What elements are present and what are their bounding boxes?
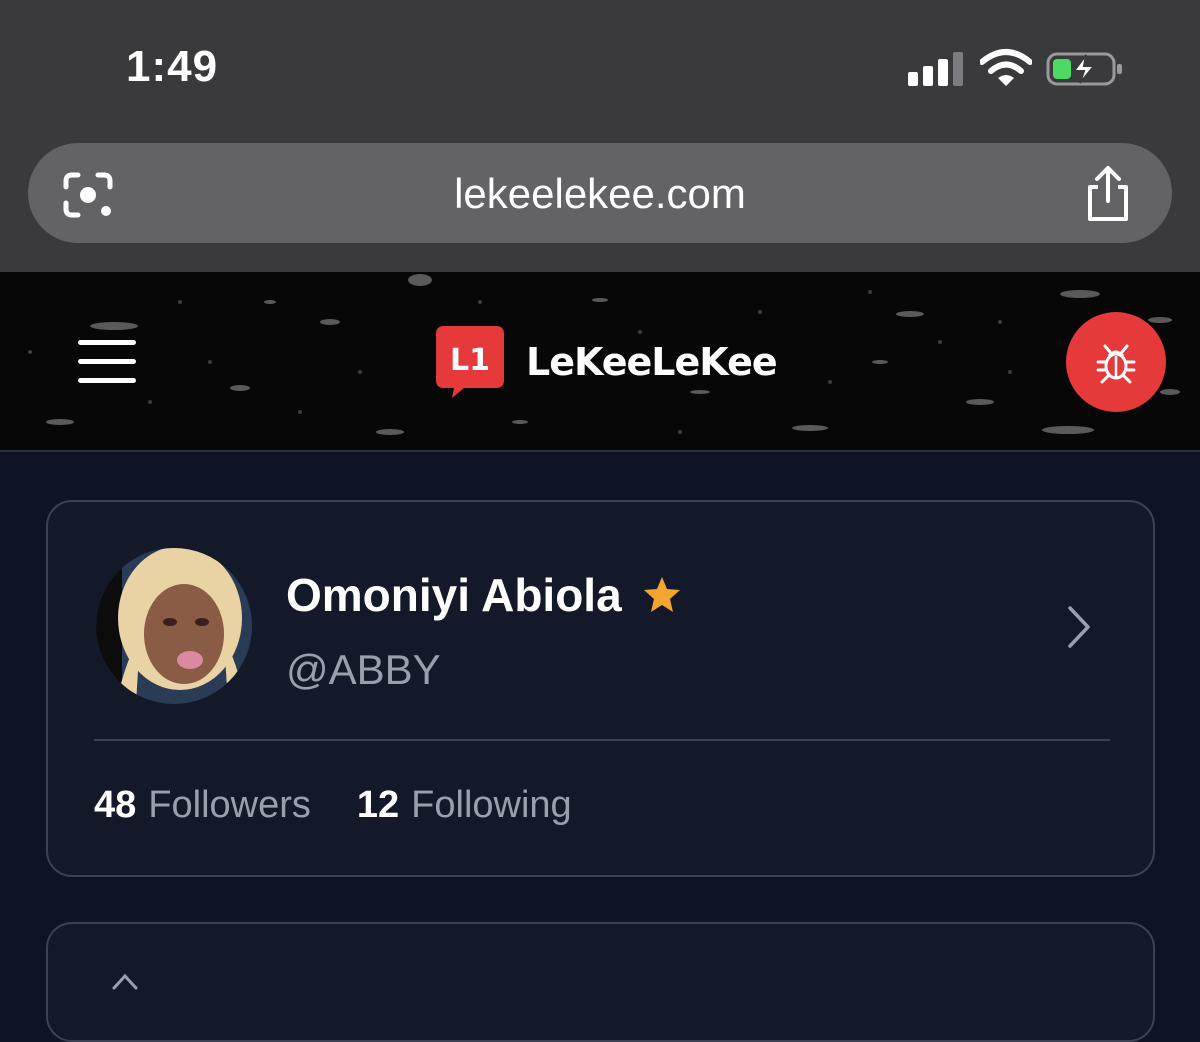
follow-stats: 48 Followers 12 Following <box>94 784 572 827</box>
divider <box>94 739 1110 741</box>
site-header: L1 LeKeeLeKee <box>0 272 1200 452</box>
profile-handle: @ABBY <box>286 646 441 693</box>
followers-count: 48 <box>94 784 137 826</box>
profile-name: Omoniyi Abiola <box>286 569 622 621</box>
battery-charging-icon <box>1046 52 1122 86</box>
following-stat[interactable]: 12 Following <box>357 784 572 827</box>
share-icon[interactable] <box>1082 165 1134 223</box>
site-logo[interactable]: L1 LeKeeLeKee <box>436 324 778 400</box>
logo-badge-icon: L1 <box>436 326 504 398</box>
wifi-icon <box>980 49 1032 86</box>
star-icon <box>643 577 680 612</box>
logo-mark: L1 <box>450 343 490 378</box>
hamburger-menu-icon[interactable] <box>78 340 136 384</box>
logo-text: LeKeeLeKee <box>526 340 778 384</box>
next-card <box>46 922 1155 1042</box>
followers-label: Followers <box>148 784 311 826</box>
url-text[interactable]: lekeelekee.com <box>28 170 1172 218</box>
followers-stat[interactable]: 48 Followers <box>94 784 311 827</box>
avatar[interactable] <box>96 548 252 704</box>
status-time: 1:49 <box>126 42 219 91</box>
browser-chrome: 1:49 lekeelekee.com <box>0 0 1200 272</box>
cellular-signal-icon <box>908 52 966 86</box>
profile-card[interactable]: Omoniyi Abiola @ABBY 48 Followers 12 Follo… <box>46 500 1155 877</box>
chevron-up-icon[interactable] <box>110 970 140 990</box>
chevron-right-icon[interactable] <box>1064 602 1094 652</box>
following-count: 12 <box>356 784 400 826</box>
bug-icon <box>1096 344 1136 384</box>
url-bar[interactable]: lekeelekee.com <box>28 143 1172 243</box>
bug-report-button[interactable] <box>1066 312 1166 412</box>
following-label: Following <box>411 784 572 826</box>
profile-name-row: Omoniyi Abiola <box>286 568 682 622</box>
